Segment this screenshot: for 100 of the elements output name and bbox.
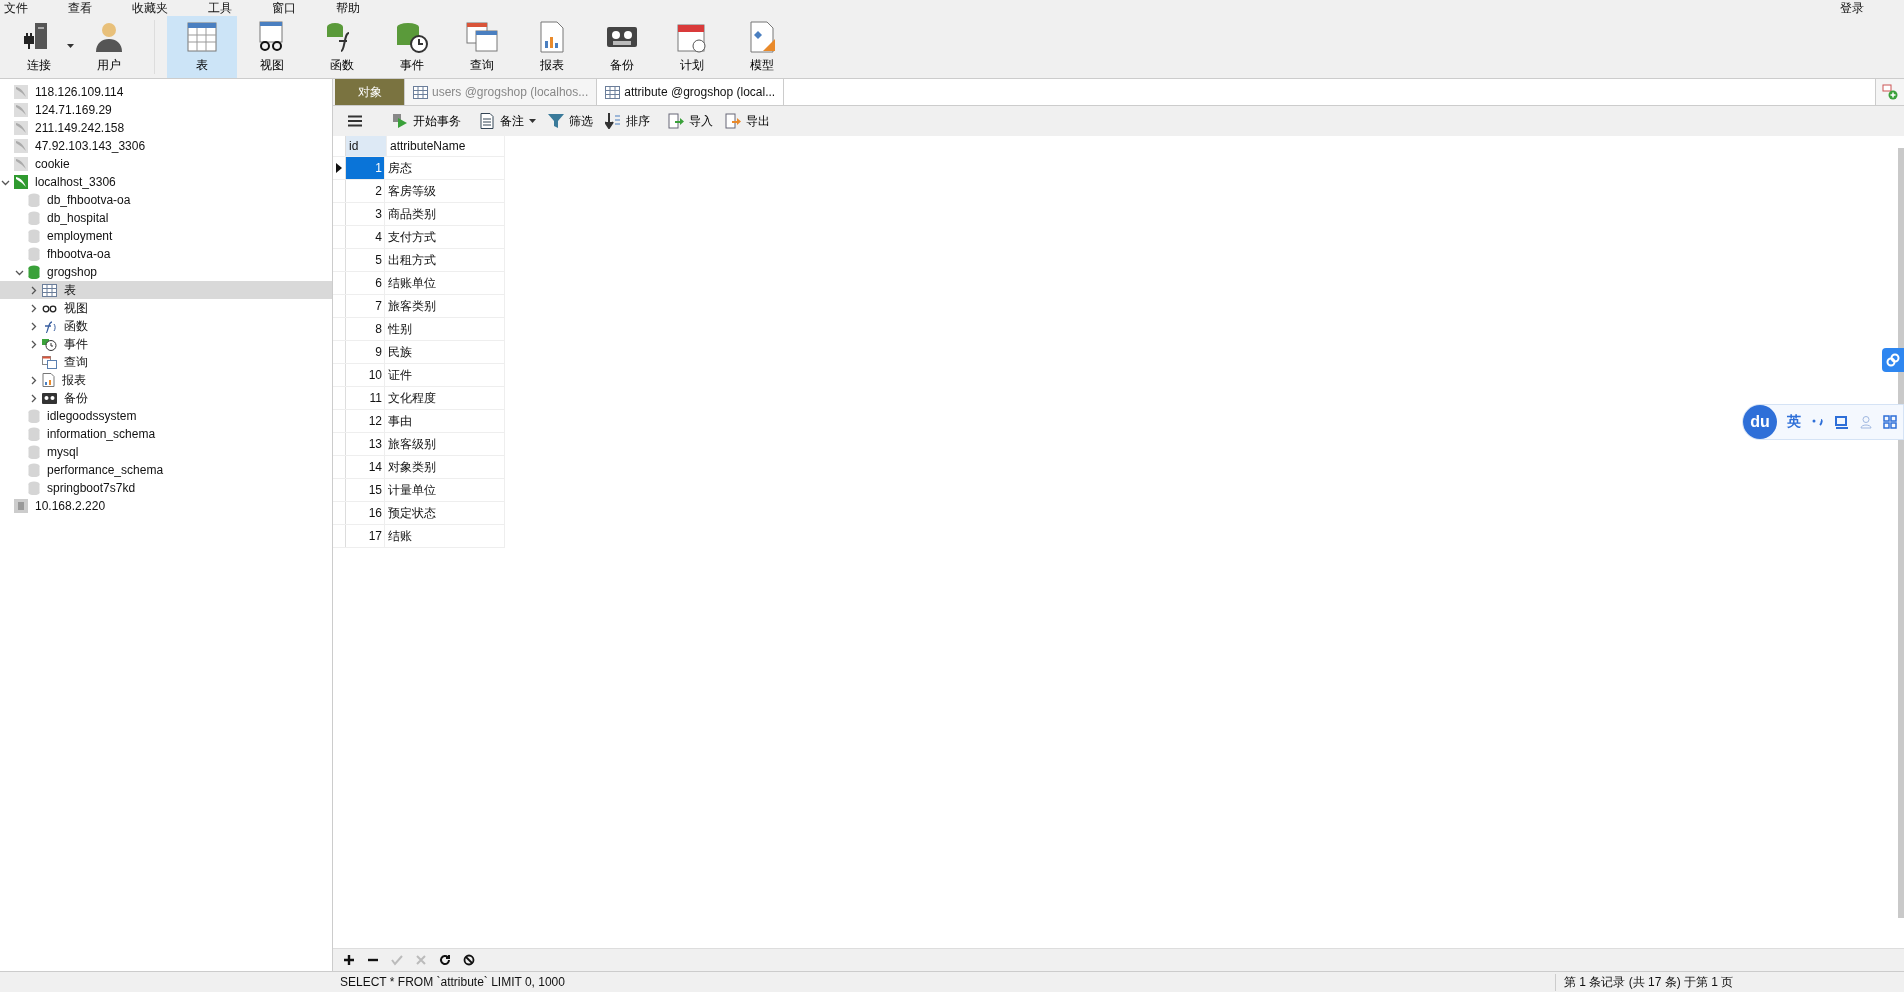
toolbar-button[interactable]: 备注	[476, 110, 539, 132]
link-button[interactable]	[1882, 348, 1904, 372]
toolbar-button[interactable]: 连接	[4, 16, 74, 78]
tree-item[interactable]: 118.126.109.114	[0, 83, 332, 101]
toolbar-button[interactable]: 表	[167, 16, 237, 78]
table-cell[interactable]: 旅客级别	[384, 433, 505, 455]
menu-item[interactable]: 工具	[208, 1, 232, 15]
table-cell[interactable]: 计量单位	[384, 479, 505, 501]
ime-mode[interactable]: 英	[1787, 413, 1801, 431]
tree-item[interactable]: springboot7s7kd	[0, 479, 332, 497]
table-cell[interactable]: 9	[346, 341, 384, 363]
tree-item[interactable]: 211.149.242.158	[0, 119, 332, 137]
table-cell[interactable]: 结账	[384, 525, 505, 547]
toolbar-button[interactable]: 开始事务	[389, 110, 464, 132]
tree-item[interactable]: cookie	[0, 155, 332, 173]
toolbar-button[interactable]: 排序	[602, 110, 653, 132]
table-cell[interactable]: 民族	[384, 341, 505, 363]
table-cell[interactable]: 商品类别	[384, 203, 505, 225]
table-cell[interactable]: 13	[346, 433, 384, 455]
toolbar-button[interactable]: 筛选	[545, 110, 596, 132]
caret-icon[interactable]	[529, 119, 536, 123]
toolbar-button[interactable]: 用户	[74, 16, 144, 78]
table-cell[interactable]: 1	[346, 157, 384, 179]
query-icon	[465, 20, 499, 53]
table-cell[interactable]: 12	[346, 410, 384, 432]
tree-item[interactable]: 视图	[0, 299, 332, 317]
toolbar-button[interactable]: 视图	[237, 16, 307, 78]
login-link[interactable]: 登录	[1840, 0, 1864, 17]
menu-item[interactable]: 查看	[68, 1, 92, 15]
menu-item[interactable]: 文件	[4, 1, 28, 15]
table-cell[interactable]: 7	[346, 295, 384, 317]
table-cell[interactable]: 6	[346, 272, 384, 294]
table-cell[interactable]: 8	[346, 318, 384, 340]
tree-item[interactable]: fhbootva-oa	[0, 245, 332, 263]
table-cell[interactable]: 事由	[384, 410, 505, 432]
toolbar-button[interactable]: 导出	[722, 110, 773, 132]
ime-logo[interactable]: du	[1743, 405, 1777, 439]
table-cell[interactable]: 11	[346, 387, 384, 409]
toolbar-button[interactable]: 模型	[727, 16, 797, 78]
table-cell[interactable]: 对象类别	[384, 456, 505, 478]
menu-item[interactable]: 窗口	[272, 1, 296, 15]
table-cell[interactable]: 3	[346, 203, 384, 225]
tree-item[interactable]: 表	[0, 281, 332, 299]
tree-item[interactable]: 47.92.103.143_3306	[0, 137, 332, 155]
table-cell[interactable]: 出租方式	[384, 249, 505, 271]
table-cell[interactable]: 旅客类别	[384, 295, 505, 317]
tree-item[interactable]: mysql	[0, 443, 332, 461]
tree-item[interactable]: 事件	[0, 335, 332, 353]
table-cell[interactable]: 性别	[384, 318, 505, 340]
table-cell[interactable]: 4	[346, 226, 384, 248]
table-cell[interactable]: 5	[346, 249, 384, 271]
caret-icon[interactable]	[67, 44, 74, 48]
menu-item[interactable]: 收藏夹	[132, 1, 168, 15]
tree-item[interactable]: information_schema	[0, 425, 332, 443]
sort-icon	[605, 113, 621, 129]
tree-item[interactable]: 查询	[0, 353, 332, 371]
tree-item[interactable]: 124.71.169.29	[0, 101, 332, 119]
table-cell[interactable]: 15	[346, 479, 384, 501]
keyboard-icon[interactable]	[1835, 415, 1849, 429]
tab[interactable]: 对象	[335, 79, 405, 105]
tree-item[interactable]: employment	[0, 227, 332, 245]
menu-icon	[348, 115, 362, 127]
table-cell[interactable]: 房态	[384, 157, 505, 179]
table-cell[interactable]: 证件	[384, 364, 505, 386]
toolbar-button[interactable]: 事件	[377, 16, 447, 78]
toolbar-button[interactable]: 计划	[657, 16, 727, 78]
table-cell[interactable]: 预定状态	[384, 502, 505, 524]
menu-button[interactable]	[345, 113, 365, 129]
table-cell[interactable]: 2	[346, 180, 384, 202]
table-cell[interactable]: 结账单位	[384, 272, 505, 294]
column-header[interactable]: attributeName	[386, 136, 505, 156]
tree-item[interactable]: 函数	[0, 317, 332, 335]
tree-item[interactable]: 备份	[0, 389, 332, 407]
table-cell[interactable]: 客房等级	[384, 180, 505, 202]
toolbar-button[interactable]: 备份	[587, 16, 657, 78]
tree-item[interactable]: db_hospital	[0, 209, 332, 227]
table-cell[interactable]: 10	[346, 364, 384, 386]
grid-icon[interactable]	[1883, 415, 1897, 429]
tab[interactable]: attribute @grogshop (local...	[597, 79, 785, 105]
tree-item[interactable]: db_fhbootva-oa	[0, 191, 332, 209]
tree-item[interactable]: idlegoodssystem	[0, 407, 332, 425]
tree-item[interactable]: grogshop	[0, 263, 332, 281]
tree-item[interactable]: performance_schema	[0, 461, 332, 479]
tree-item[interactable]: 报表	[0, 371, 332, 389]
tree-item[interactable]: localhost_3306	[0, 173, 332, 191]
table-cell[interactable]: 14	[346, 456, 384, 478]
table-cell[interactable]: 16	[346, 502, 384, 524]
menu-item[interactable]: 帮助	[336, 1, 360, 15]
scrollbar[interactable]	[1898, 148, 1904, 918]
toolbar-button[interactable]: 导入	[665, 110, 716, 132]
toolbar-button[interactable]: 函数	[307, 16, 377, 78]
new-query-button[interactable]	[1876, 79, 1904, 105]
column-header[interactable]: id	[346, 136, 386, 156]
toolbar-button[interactable]: 报表	[517, 16, 587, 78]
table-cell[interactable]: 17	[346, 525, 384, 547]
toolbar-button[interactable]: 查询	[447, 16, 517, 78]
tree-item[interactable]: 10.168.2.220	[0, 497, 332, 515]
table-cell[interactable]: 支付方式	[384, 226, 505, 248]
import-icon	[668, 113, 684, 129]
table-cell[interactable]: 文化程度	[384, 387, 505, 409]
